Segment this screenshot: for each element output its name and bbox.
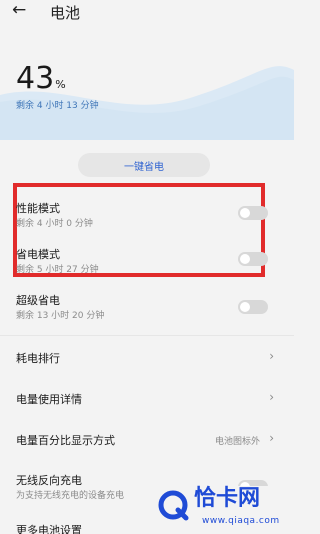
page-title: 电池 (50, 4, 81, 22)
performance-toggle[interactable] (238, 206, 268, 220)
chevron-right-icon: › (269, 390, 274, 404)
toggle-knob (240, 254, 250, 264)
one-key-save-button[interactable]: 一键省电 (78, 153, 210, 177)
battery-percent-value: 43 (16, 61, 55, 96)
mode-row-power-save[interactable]: 省电模式 剩余 5 小时 27 分钟 (0, 242, 294, 282)
watermark-url: www.qiaqa.com (202, 516, 280, 526)
chevron-right-icon: › (269, 431, 274, 445)
battery-remaining: 剩余 4 小时 13 分钟 (16, 101, 99, 111)
chevron-right-icon: › (269, 349, 274, 363)
ranking-label: 耗电排行 (16, 352, 60, 365)
back-arrow-icon[interactable]: ← (12, 2, 26, 19)
mode-row-super-save[interactable]: 超级省电 剩余 13 小时 20 分钟 (0, 288, 294, 328)
percent-display-label: 电量百分比显示方式 (16, 434, 115, 447)
wireless-reverse-label: 无线反向充电 (16, 474, 82, 487)
more-settings-label: 更多电池设置 (16, 524, 82, 534)
battery-percent: 43% (16, 64, 66, 94)
top-bar: ← 电池 (0, 0, 294, 34)
watermark: 恰卡网 www.qiaqa.com (150, 486, 294, 534)
watermark-logo-icon (158, 490, 189, 521)
mode-label: 性能模式 (16, 202, 60, 215)
super-save-toggle[interactable] (238, 300, 268, 314)
mode-label: 超级省电 (16, 294, 60, 307)
toggle-knob (240, 208, 250, 218)
percent-sign: % (55, 78, 66, 91)
percent-display-value: 电池图标外 (214, 437, 260, 447)
mode-label: 省电模式 (16, 248, 60, 261)
power-save-toggle[interactable] (238, 252, 268, 266)
mode-remaining: 剩余 13 小时 20 分钟 (16, 311, 105, 321)
usage-detail-row[interactable]: 电量使用详情 › (0, 386, 294, 412)
toggle-knob (240, 302, 250, 312)
mode-remaining: 剩余 5 小时 27 分钟 (16, 265, 99, 275)
mode-remaining: 剩余 4 小时 0 分钟 (16, 219, 93, 229)
ranking-row[interactable]: 耗电排行 › (0, 345, 294, 371)
mode-row-performance[interactable]: 性能模式 剩余 4 小时 0 分钟 (0, 196, 294, 236)
divider (0, 335, 294, 336)
watermark-name: 恰卡网 (194, 486, 261, 511)
percent-display-row[interactable]: 电量百分比显示方式 电池图标外 › (0, 427, 294, 453)
wireless-reverse-sub: 为支持无线充电的设备充电 (16, 491, 125, 501)
usage-detail-label: 电量使用详情 (16, 393, 82, 406)
